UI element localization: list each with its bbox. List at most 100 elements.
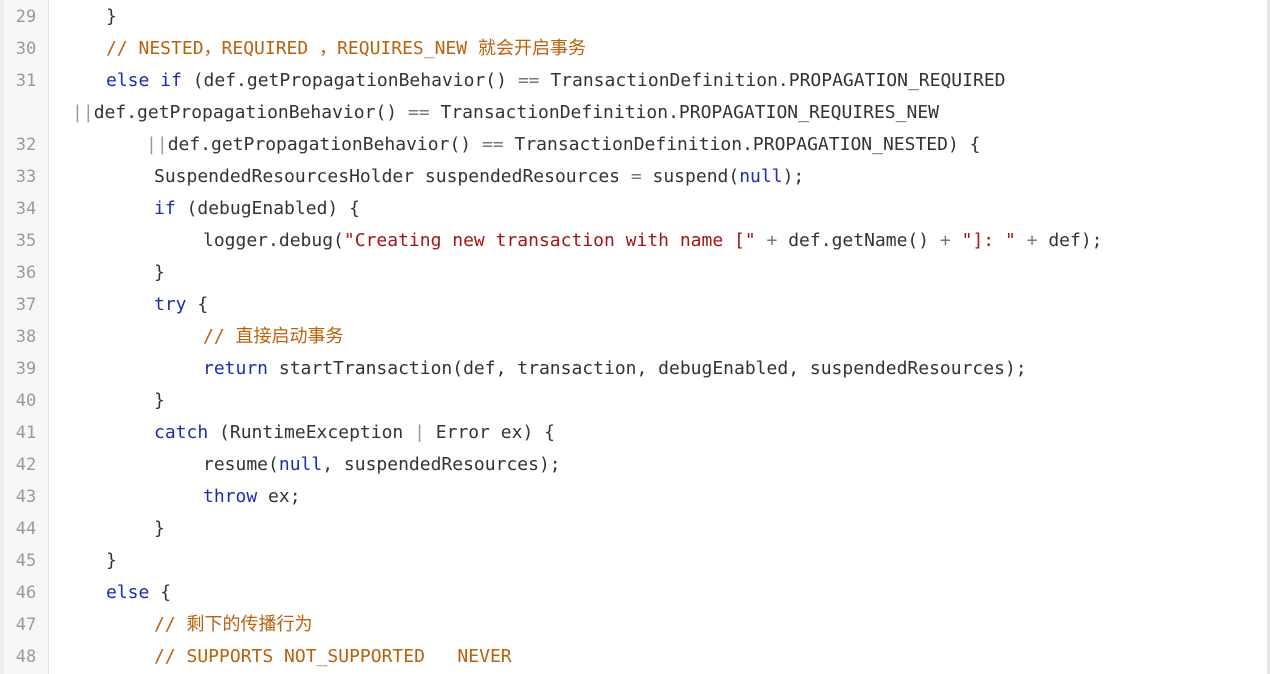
line-number: 36: [15, 263, 37, 283]
code-token: suspend(: [641, 166, 740, 187]
code-token: =: [630, 166, 642, 187]
code-token: // 直接启动事务: [203, 326, 344, 347]
code-token: }: [106, 6, 117, 27]
code-text: catch (RuntimeException | Error ex) {: [154, 417, 555, 449]
line-number: 37: [15, 295, 37, 315]
code-token: // 剩下的传播行为: [154, 614, 313, 635]
code-token: "Creating new transaction with name [": [343, 230, 756, 251]
line-number: 45: [15, 551, 37, 571]
line-number: 48: [15, 647, 37, 667]
code-token: ==: [407, 102, 430, 123]
code-token: ==: [517, 70, 540, 91]
code-token: ||: [146, 134, 168, 155]
code-token: ex;: [257, 486, 301, 507]
line-number: 34: [15, 199, 37, 219]
code-token: logger.debug(: [203, 230, 344, 251]
code-text: try {: [154, 289, 208, 321]
code-token: startTransaction(def, transaction, debug…: [268, 358, 1027, 379]
code-token: null: [278, 454, 323, 475]
code-token: {: [186, 294, 209, 315]
code-line: 37 try {: [0, 289, 1265, 321]
code-token: throw: [203, 486, 258, 507]
line-number: 40: [15, 391, 37, 411]
code-token: def.getName(): [788, 230, 930, 251]
code-token: if: [154, 198, 176, 219]
code-text: resume(null, suspendedResources);: [203, 449, 561, 481]
code-token: {: [149, 582, 172, 603]
line-number: 43: [15, 487, 37, 507]
line-number: 41: [15, 423, 37, 443]
code-token: return: [203, 358, 269, 379]
code-token: else: [106, 582, 150, 603]
code-text: }: [106, 545, 117, 577]
code-line: 29}: [0, 1, 1265, 33]
code-token: +: [1015, 230, 1049, 251]
code-token: TransactionDefinition.PROPAGATION_NESTED…: [503, 134, 981, 155]
code-token: +: [929, 230, 962, 251]
line-number: 31: [15, 71, 37, 91]
code-token: catch: [154, 422, 209, 443]
code-token: // NESTED，REQUIRED ，REQUIRES_NEW 就会开启事务: [106, 38, 586, 59]
code-token: TransactionDefinition.PROPAGATION_REQUIR…: [539, 70, 1006, 91]
code-text: throw ex;: [203, 481, 301, 513]
code-token: , suspendedResources);: [322, 454, 561, 475]
code-text: }: [154, 513, 165, 545]
code-text: ||def.getPropagationBehavior() == Transa…: [72, 97, 939, 129]
code-token: SuspendedResourcesHolder suspendedResour…: [154, 166, 631, 187]
code-line: 43 throw ex;: [0, 481, 1265, 513]
line-number: 35: [15, 231, 37, 251]
code-text: // NESTED，REQUIRED ，REQUIRES_NEW 就会开启事务: [106, 33, 586, 65]
code-token: else if: [106, 70, 182, 91]
code-token: // SUPPORTS NOT_SUPPORTED NEVER: [154, 646, 512, 667]
code-token: try: [154, 294, 187, 315]
code-text: else if (def.getPropagationBehavior() ==…: [106, 65, 1006, 97]
code-token: (def.getPropagationBehavior(): [181, 70, 518, 91]
code-line: 44}: [0, 513, 1265, 545]
code-text: ||def.getPropagationBehavior() == Transa…: [146, 129, 980, 161]
code-token: resume(: [203, 454, 279, 475]
code-token: Error ex) {: [424, 422, 555, 443]
code-token: ||: [72, 102, 94, 123]
code-text: SuspendedResourcesHolder suspendedResour…: [154, 161, 804, 193]
code-text: }: [154, 385, 165, 417]
code-text: }: [106, 1, 117, 33]
line-number: 38: [15, 327, 37, 347]
code-text: // 剩下的传播行为: [154, 609, 313, 641]
code-token: def.getPropagationBehavior(): [167, 134, 482, 155]
line-number: 42: [15, 455, 37, 475]
code-viewer: 29} 30 // NESTED，REQUIRED ，REQUIRES_NEW 就会…: [0, 0, 1270, 674]
line-number: 33: [15, 167, 37, 187]
line-number: 47: [15, 615, 37, 635]
code-line: 32 ||def.getPropagationBehavior() == Tran…: [0, 129, 1265, 161]
code-text: return startTransaction(def, transaction…: [203, 353, 1027, 385]
code-line: 41 catch (RuntimeException | Error ex) {: [0, 417, 1265, 449]
code-token: (debugEnabled) {: [175, 198, 360, 219]
code-line: 33 SuspendedResourcesHolder suspendedReso…: [0, 161, 1265, 193]
code-token: );: [782, 166, 805, 187]
code-token: (RuntimeException: [208, 422, 415, 443]
code-token: "]: ": [961, 230, 1016, 251]
line-number: 29: [15, 7, 37, 27]
code-text: else {: [106, 577, 171, 609]
code-text: if (debugEnabled) {: [154, 193, 360, 225]
code-line: 38 // 直接启动事务: [0, 321, 1265, 353]
code-line: 31 else if (def.getPropagationBehavior() …: [0, 65, 1265, 97]
code-text: // SUPPORTS NOT_SUPPORTED NEVER: [154, 641, 512, 673]
line-number: 44: [15, 519, 37, 539]
code-token: def.getPropagationBehavior(): [93, 102, 408, 123]
code-line: 36}: [0, 257, 1265, 289]
code-line: 47 // 剩下的传播行为: [0, 609, 1265, 641]
code-line: 42 resume(null, suspendedResources);: [0, 449, 1265, 481]
line-number: 32: [15, 135, 37, 155]
line-number: 39: [15, 359, 37, 379]
code-line: 40}: [0, 385, 1265, 417]
code-token: }: [106, 550, 117, 571]
code-token: TransactionDefinition.PROPAGATION_REQUIR…: [429, 102, 939, 123]
code-token: +: [755, 230, 789, 251]
line-number: 30: [15, 39, 37, 59]
code-token: null: [739, 166, 783, 187]
code-token: |: [414, 422, 425, 443]
code-token: }: [154, 262, 165, 283]
code-text: }: [154, 257, 165, 289]
code-line: 30 // NESTED，REQUIRED ，REQUIRES_NEW 就会开启事…: [0, 33, 1265, 65]
